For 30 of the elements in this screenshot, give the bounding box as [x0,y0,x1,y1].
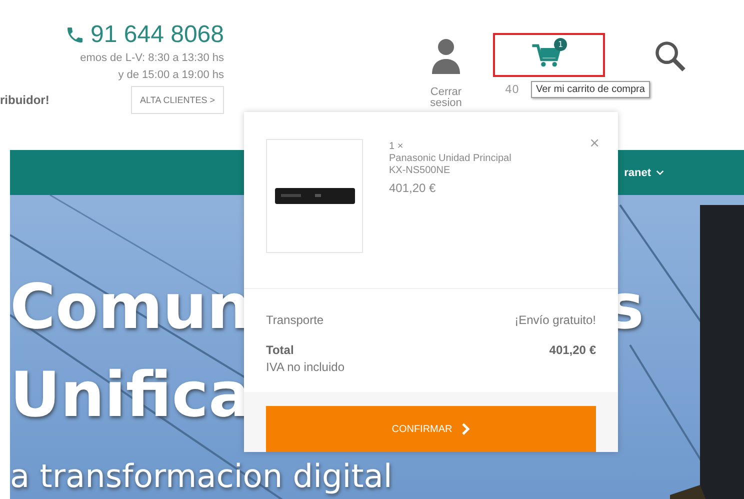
promo-text: ribuidor! [0,93,50,107]
shipping-label: Transporte [266,312,324,329]
cart-count-badge: 1 [554,38,567,51]
chevron-right-icon [462,423,470,435]
hero-heading: Comun [10,269,251,345]
phone-number: 91 644 8068 [90,20,224,50]
item-price: 401,20 € [389,181,437,195]
tooltip: Ver mi carrito de compra [531,81,650,98]
hero-heading: a transformacion digital [10,457,392,495]
opening-hours: emos de L-V: 8:30 a 13:30 hs [80,51,224,66]
shipping-value: ¡Envío gratuito! [514,312,596,329]
user-icon[interactable] [431,38,461,74]
cart-amount: 40 [504,83,520,96]
item-quantity: 1 × [389,141,404,153]
nav-item[interactable]: ranet [624,166,651,178]
tax-note: IVA no incluido [266,358,346,375]
opening-hours: y de 15:00 a 19:00 hs [118,68,224,83]
logout-link[interactable]: Cerrar sesion [429,87,463,109]
total-value: 401,20 € [549,342,596,359]
cart-button[interactable]: 1 [493,33,605,77]
remove-button[interactable]: × [589,136,600,151]
item-model: KX-NS500NE [389,165,452,177]
hero-heading: Unifica [10,357,250,433]
chevron-down-icon [656,170,664,175]
confirm-button[interactable]: CONFIRMAR [266,406,596,452]
search-icon[interactable] [654,40,686,72]
item-name[interactable]: Panasonic Unidad Principal [389,153,512,165]
total-label: Total [266,342,294,359]
signup-button[interactable]: ALTA CLIENTES > [131,86,224,114]
phone-icon [64,25,85,45]
